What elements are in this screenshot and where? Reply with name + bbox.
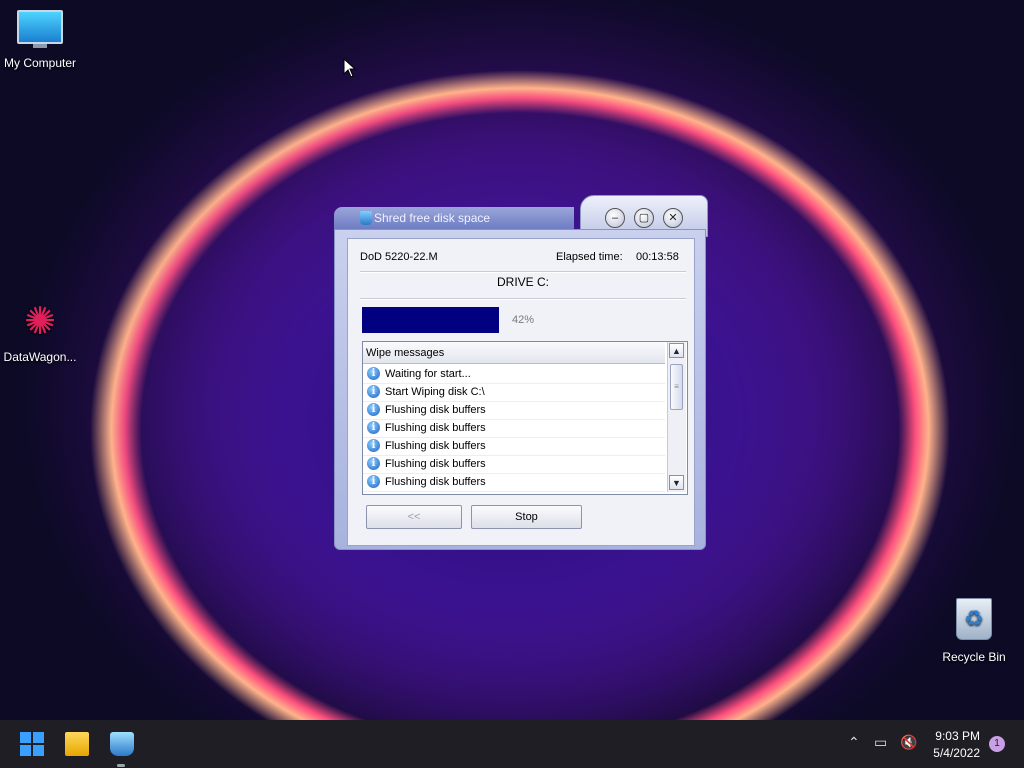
info-icon: i xyxy=(367,403,380,416)
maximize-button[interactable]: ▢ xyxy=(634,208,654,228)
monitor-icon xyxy=(17,10,63,48)
message-list-item[interactable]: i Flushing disk buffers xyxy=(363,438,665,456)
message-list-item[interactable]: i Waiting for start... xyxy=(363,366,665,384)
status-row: DoD 5220-22.M Elapsed time: 00:13:58 xyxy=(360,251,682,267)
scroll-down-button[interactable]: ▼ xyxy=(669,475,684,490)
message-text: Flushing disk buffers xyxy=(385,440,486,452)
info-icon: i xyxy=(367,367,380,380)
window-title-bar[interactable]: Shred free disk space xyxy=(334,207,574,229)
recycle-bin-icon: ♻ xyxy=(956,598,992,640)
scroll-thumb[interactable]: ≡ xyxy=(670,364,683,410)
drive-label: DRIVE C: xyxy=(496,275,549,289)
message-text: Flushing disk buffers xyxy=(385,458,486,470)
desktop-icon-datawagon[interactable]: ✺ DataWagon... xyxy=(0,300,80,364)
mouse-cursor-icon xyxy=(343,58,357,78)
back-button[interactable]: << xyxy=(366,505,462,529)
message-list-item[interactable]: i Flushing disk buffers xyxy=(363,402,665,420)
progress-bar-fill xyxy=(362,307,499,333)
content-panel: DoD 5220-22.M Elapsed time: 00:13:58 DRI… xyxy=(347,238,695,546)
running-indicator xyxy=(117,764,125,767)
desktop-icon-label: My Computer xyxy=(3,56,77,70)
close-button[interactable]: ✕ xyxy=(663,208,683,228)
message-text: Flushing disk buffers xyxy=(385,476,486,488)
notification-badge[interactable]: 1 xyxy=(989,736,1005,752)
message-text: Start Wiping disk C:\ xyxy=(385,386,485,398)
wipe-messages-list: Wipe messages i Waiting for start... i Star… xyxy=(362,341,688,495)
progress-percent: 42% xyxy=(512,314,535,326)
wipe-messages-header[interactable]: Wipe messages xyxy=(363,342,665,364)
scroll-up-button[interactable]: ▲ xyxy=(669,343,684,358)
network-icon[interactable]: ▭ xyxy=(874,734,887,751)
windows-logo-icon xyxy=(20,732,31,743)
datawagon-app-icon: ✺ xyxy=(24,301,56,343)
message-text: Flushing disk buffers xyxy=(385,422,486,434)
wipe-method: DoD 5220-22.M xyxy=(360,251,438,263)
message-list-item[interactable]: i Flushing disk buffers xyxy=(363,456,665,474)
divider xyxy=(360,298,686,300)
message-list-item[interactable]: i Flushing disk buffers xyxy=(363,420,665,438)
chevron-up-icon[interactable]: ⌃ xyxy=(848,734,860,751)
shred-app-icon xyxy=(360,211,372,225)
info-icon: i xyxy=(367,439,380,452)
info-icon: i xyxy=(367,421,380,434)
desktop-icon-label: DataWagon... xyxy=(3,350,77,364)
message-list-item[interactable]: i Start Wiping disk C:\ xyxy=(363,384,665,402)
divider xyxy=(360,271,686,273)
desktop-icon-label: Recycle Bin xyxy=(942,650,1006,664)
clock-time: 9:03 PM xyxy=(935,729,980,743)
desktop-icon-my-computer[interactable]: My Computer xyxy=(0,10,80,70)
minimize-button[interactable]: – xyxy=(605,208,625,228)
file-explorer-icon[interactable] xyxy=(65,732,89,756)
desktop-icon-recycle-bin[interactable]: ♻ Recycle Bin xyxy=(934,598,1014,664)
window-body: DoD 5220-22.M Elapsed time: 00:13:58 DRI… xyxy=(334,229,706,550)
info-icon: i xyxy=(367,385,380,398)
message-text: Flushing disk buffers xyxy=(385,404,486,416)
info-icon: i xyxy=(367,475,380,488)
taskbar-clock[interactable]: 9:03 PM 5/4/2022 xyxy=(933,728,980,762)
info-icon: i xyxy=(367,457,380,470)
volume-muted-icon[interactable]: 🔇 xyxy=(900,734,917,751)
message-list-item[interactable]: i Flushing disk buffers xyxy=(363,474,665,492)
taskbar: ⌃ ▭ 🔇 9:03 PM 5/4/2022 1 xyxy=(0,720,1024,768)
message-text: Waiting for start... xyxy=(385,368,471,380)
elapsed-time-value: 00:13:58 xyxy=(636,251,679,263)
window-title: Shred free disk space xyxy=(374,211,491,225)
shred-window: Shred free disk space – ▢ ✕ DoD 5220-22.… xyxy=(334,195,708,550)
stop-button[interactable]: Stop xyxy=(471,505,582,529)
wipe-messages-items: i Waiting for start... i Start Wiping disk … xyxy=(363,366,665,492)
messages-scrollbar[interactable]: ▲ ≡ ▼ xyxy=(667,342,686,492)
clock-date: 5/4/2022 xyxy=(933,746,980,760)
start-button[interactable] xyxy=(20,732,44,756)
shred-app-taskbar-icon[interactable] xyxy=(110,732,134,756)
elapsed-time-label: Elapsed time: xyxy=(556,251,623,263)
